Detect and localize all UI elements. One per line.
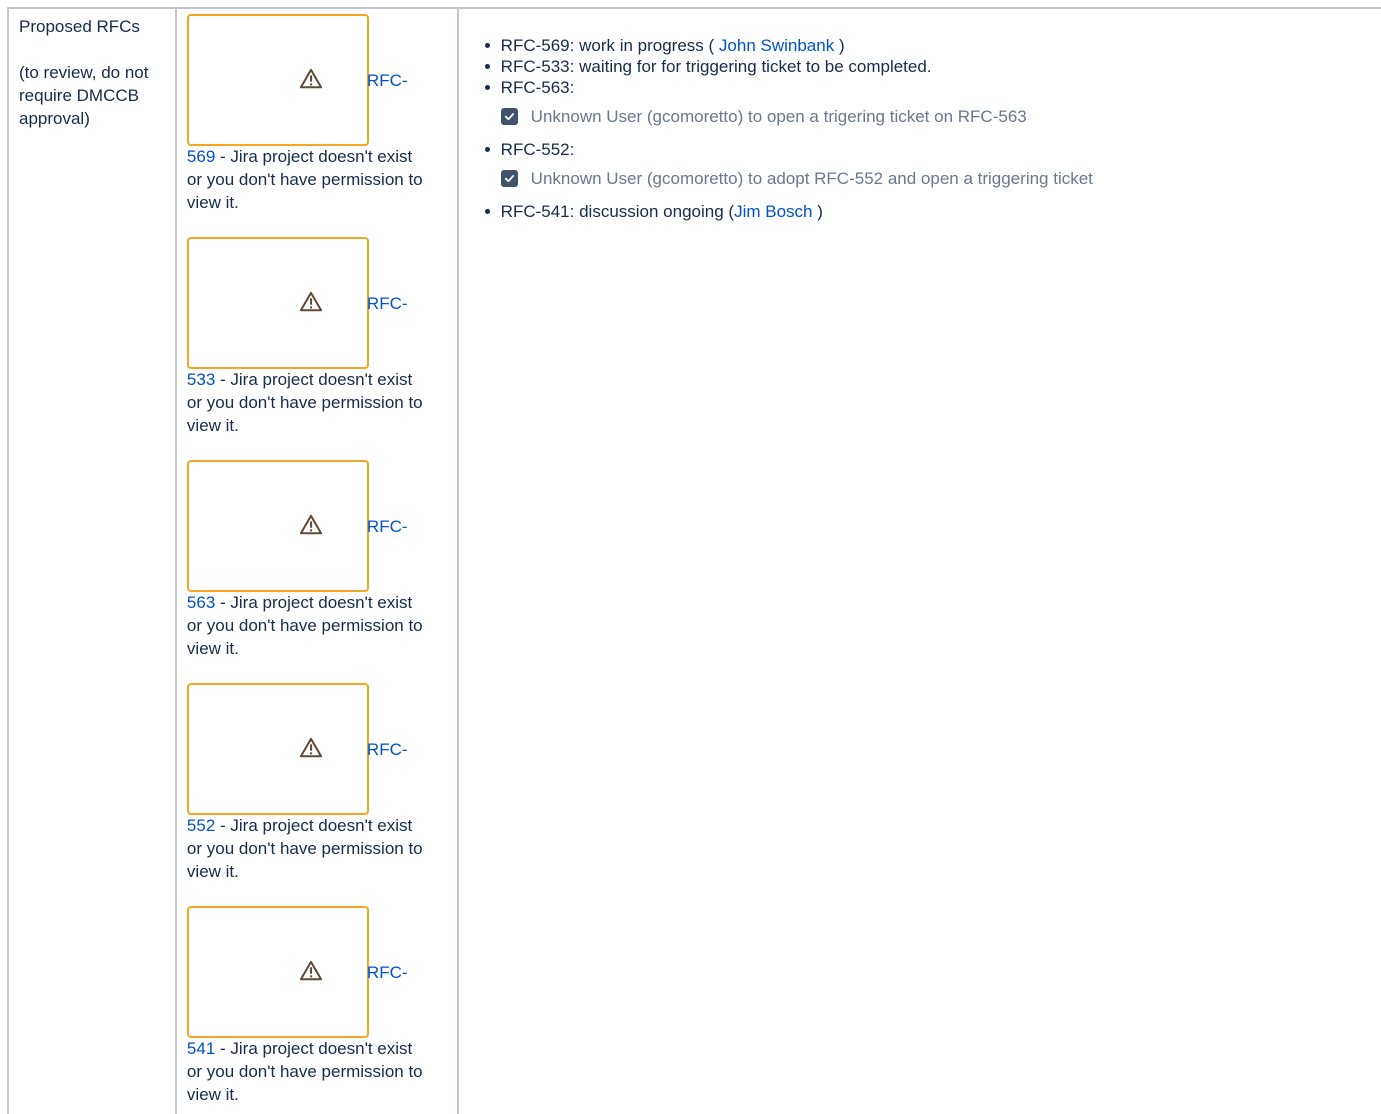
list-item: RFC-569: work in progress ( John Swinban…: [479, 35, 1381, 56]
warning-icon: [299, 737, 322, 758]
task-item: Unknown User (gcomoretto) to open a trig…: [500, 106, 1381, 127]
task-item: Unknown User (gcomoretto) to adopt RFC-5…: [500, 168, 1381, 189]
note-text: RFC-569: work in progress (: [500, 36, 719, 55]
jira-placeholder-box: [186, 14, 369, 146]
jira-error-text: 563 - Jira project doesn't exist or you …: [187, 591, 427, 660]
jira-placeholder-box: [186, 237, 369, 369]
jira-issue-block: RFC- 552 - Jira project doesn't exist or…: [186, 683, 457, 906]
list-item: RFC-552: Unknown User (gcomoretto) to ad…: [479, 139, 1381, 189]
section-title: Proposed RFCs: [19, 17, 140, 36]
jira-placeholder-box: [186, 683, 369, 815]
notes-cell: RFC-569: work in progress ( John Swinban…: [456, 7, 1381, 1114]
jira-error-message: - Jira project doesn't exist or you don'…: [186, 593, 423, 658]
check-icon: [504, 113, 514, 121]
task-text: Unknown User (gcomoretto) to open a trig…: [530, 107, 1027, 126]
jira-link-number[interactable]: 541: [187, 1039, 215, 1058]
jira-error-text: 533 - Jira project doesn't exist or you …: [187, 368, 427, 437]
jira-link-prefix[interactable]: RFC-: [367, 515, 408, 538]
jira-issue-block: RFC- 563 - Jira project doesn't exist or…: [186, 460, 457, 683]
jira-link-prefix[interactable]: RFC-: [367, 292, 408, 315]
warning-icon: [299, 514, 322, 535]
list-item: RFC-563: Unknown User (gcomoretto) to op…: [479, 77, 1381, 127]
jira-cell: RFC- 569 - Jira project doesn't exist or…: [174, 7, 459, 1114]
jira-placeholder-box: [186, 906, 369, 1038]
jira-link-number[interactable]: 533: [187, 370, 215, 389]
note-text: RFC-541: discussion ongoing (: [500, 202, 735, 221]
jira-link-number[interactable]: 569: [187, 147, 215, 166]
jira-error-message: - Jira project doesn't exist or you don'…: [186, 370, 423, 435]
task-checkbox[interactable]: [500, 170, 518, 187]
jira-error-message: - Jira project doesn't exist or you don'…: [186, 1039, 423, 1104]
note-text: RFC-552:: [500, 140, 575, 159]
note-text: ): [812, 202, 823, 221]
jira-link-prefix[interactable]: RFC-: [367, 738, 408, 761]
jira-error-message: - Jira project doesn't exist or you don'…: [186, 816, 423, 881]
jira-issue-block: RFC- 569 - Jira project doesn't exist or…: [186, 14, 457, 237]
task-text: Unknown User (gcomoretto) to adopt RFC-5…: [530, 169, 1093, 188]
notes-list: RFC-569: work in progress ( John Swinban…: [479, 35, 1381, 222]
jira-link-prefix[interactable]: RFC-: [367, 69, 408, 92]
warning-icon: [299, 68, 322, 89]
note-text: ): [834, 36, 845, 55]
table-row: Proposed RFCs (to review, do not require…: [7, 7, 1381, 1114]
warning-icon: [299, 960, 322, 981]
list-item: RFC-541: discussion ongoing (Jim Bosch ): [479, 201, 1381, 222]
jira-error-text: 569 - Jira project doesn't exist or you …: [187, 145, 427, 214]
jira-link-number[interactable]: 552: [187, 816, 215, 835]
jira-error-text: 541 - Jira project doesn't exist or you …: [187, 1037, 427, 1106]
check-icon: [504, 175, 514, 183]
jira-error-text: 552 - Jira project doesn't exist or you …: [187, 814, 427, 883]
page: Proposed RFCs (to review, do not require…: [0, 0, 1381, 1114]
jira-error-message: - Jira project doesn't exist or you don'…: [186, 147, 423, 212]
note-text: RFC-533: waiting for for triggering tick…: [500, 57, 932, 76]
section-subtitle: (to review, do not require DMCCB approva…: [19, 63, 149, 128]
jira-link-number[interactable]: 563: [187, 593, 215, 612]
note-text: RFC-563:: [500, 78, 575, 97]
task-checkbox[interactable]: [500, 108, 518, 125]
warning-icon: [299, 291, 322, 312]
user-mention-link[interactable]: John Swinbank: [719, 36, 834, 55]
jira-issue-block: RFC- 541 - Jira project doesn't exist or…: [186, 906, 457, 1114]
jira-link-prefix[interactable]: RFC-: [367, 961, 408, 984]
jira-issue-block: RFC- 533 - Jira project doesn't exist or…: [186, 237, 457, 460]
list-item: RFC-533: waiting for for triggering tick…: [479, 56, 1381, 77]
user-mention-link[interactable]: Jim Bosch: [734, 202, 812, 221]
rfc-table: Proposed RFCs (to review, do not require…: [7, 7, 1381, 1114]
label-cell: Proposed RFCs (to review, do not require…: [7, 7, 177, 1114]
jira-placeholder-box: [186, 460, 369, 592]
